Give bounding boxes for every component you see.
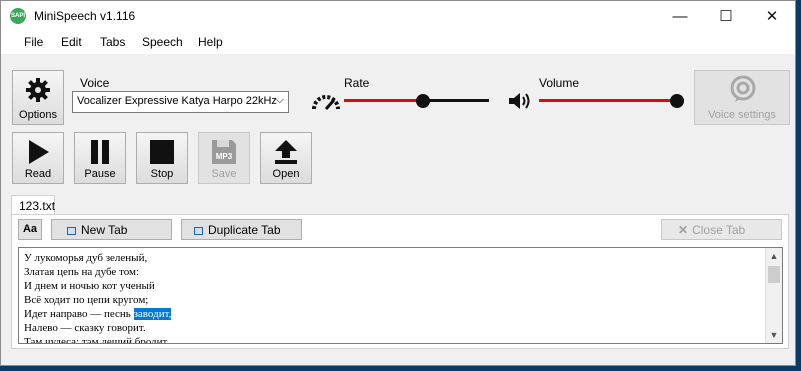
voice-select-value: Vocalizer Expressive Katya Harpo 22kHz <box>77 95 277 107</box>
speedometer-icon <box>312 95 340 110</box>
scrollbar-thumb[interactable] <box>768 266 780 283</box>
voice-settings-button[interactable]: Voice settings <box>694 70 790 125</box>
rate-slider-thumb[interactable] <box>416 94 430 108</box>
minimize-button[interactable]: — <box>657 1 703 32</box>
new-tab-button[interactable]: New Tab <box>51 219 172 240</box>
rate-slider[interactable] <box>344 93 489 109</box>
menu-edit[interactable]: Edit <box>61 35 82 49</box>
scroll-down-icon[interactable]: ▼ <box>766 327 782 343</box>
read-label: Read <box>24 168 52 180</box>
menu-bar: File Edit Tabs Speech Help <box>1 32 795 54</box>
volume-slider-fill <box>539 99 677 102</box>
tab-123-txt[interactable]: 123.txt <box>11 195 55 215</box>
play-icon <box>29 140 49 164</box>
text-editor[interactable]: У лукоморья дуб зеленый, Златая цепь на … <box>18 247 783 344</box>
volume-slider[interactable] <box>539 93 684 109</box>
menu-help[interactable]: Help <box>198 35 223 49</box>
pause-button[interactable]: Pause <box>74 132 126 184</box>
close-tab-icon: ✕ <box>678 223 689 237</box>
menu-speech[interactable]: Speech <box>142 35 183 49</box>
pause-label: Pause <box>84 168 116 180</box>
chevron-down-icon: ⌵ <box>275 94 284 106</box>
volume-label: Volume <box>539 76 580 90</box>
maximize-button[interactable]: ☐ <box>703 1 749 32</box>
scroll-up-icon[interactable]: ▲ <box>766 248 782 264</box>
voice-select[interactable]: Vocalizer Expressive Katya Harpo 22kHz ⌵ <box>72 91 289 113</box>
voice-settings-gear-icon <box>730 75 756 102</box>
window-title: MiniSpeech v1.116 <box>34 9 136 23</box>
new-tab-icon <box>67 227 76 235</box>
save-icon-text: MP3 <box>216 152 233 161</box>
app-window: SAPI MiniSpeech v1.116 — ☐ ✕ File Edit T… <box>0 0 796 366</box>
text-line: Налево — сказку говорит. <box>24 322 146 334</box>
title-bar: SAPI MiniSpeech v1.116 — ☐ ✕ <box>1 1 795 32</box>
save-mp3-icon: MP3 <box>212 140 236 164</box>
close-button[interactable]: ✕ <box>749 1 795 32</box>
stop-label: Stop <box>150 168 174 180</box>
save-label: Save <box>211 168 237 180</box>
options-label: Options <box>19 109 57 121</box>
stop-button[interactable]: Stop <box>136 132 188 184</box>
rate-slider-fill <box>344 99 423 102</box>
speaker-icon <box>509 93 530 109</box>
duplicate-tab-icon <box>194 227 203 235</box>
rate-label: Rate <box>344 76 370 90</box>
upload-icon <box>275 140 297 164</box>
pause-icon <box>91 140 109 164</box>
text-line-with-selection: Идет направо — песнь заводит, <box>24 308 172 320</box>
options-button[interactable]: Options <box>12 70 64 125</box>
text-line: Всё ходит по цепи кругом; <box>24 294 149 306</box>
vertical-scrollbar[interactable]: ▲ ▼ <box>765 248 782 343</box>
voice-settings-label: Voice settings <box>708 109 776 121</box>
duplicate-tab-button[interactable]: Duplicate Tab <box>181 219 302 240</box>
rate-slider-track <box>423 99 489 102</box>
stop-icon <box>150 140 174 164</box>
text-line: Златая цепь на дубе том: <box>24 266 140 278</box>
selected-text: заводит, <box>133 308 172 320</box>
text-line: И днем и ночью кот ученый <box>24 280 155 292</box>
close-tab-button[interactable]: ✕ Close Tab <box>661 219 782 240</box>
new-tab-label: New Tab <box>81 223 128 237</box>
text-line-prefix: Идет направо — песнь <box>24 308 134 320</box>
read-button[interactable]: Read <box>12 132 64 184</box>
close-tab-label: Close Tab <box>692 223 746 237</box>
voice-label: Voice <box>80 76 110 90</box>
gear-icon <box>26 78 50 102</box>
font-button[interactable]: Aa <box>18 219 42 240</box>
text-line: У лукоморья дуб зеленый, <box>24 252 148 264</box>
menu-tabs[interactable]: Tabs <box>100 35 125 49</box>
app-icon: SAPI <box>10 8 26 24</box>
open-button[interactable]: Open <box>260 132 312 184</box>
volume-slider-thumb[interactable] <box>670 94 684 108</box>
menu-file[interactable]: File <box>24 35 43 49</box>
text-line: Там чудеса: там леший бродит, <box>24 336 170 344</box>
open-label: Open <box>272 168 300 180</box>
save-button[interactable]: MP3 Save <box>198 132 250 184</box>
duplicate-tab-label: Duplicate Tab <box>208 223 281 237</box>
